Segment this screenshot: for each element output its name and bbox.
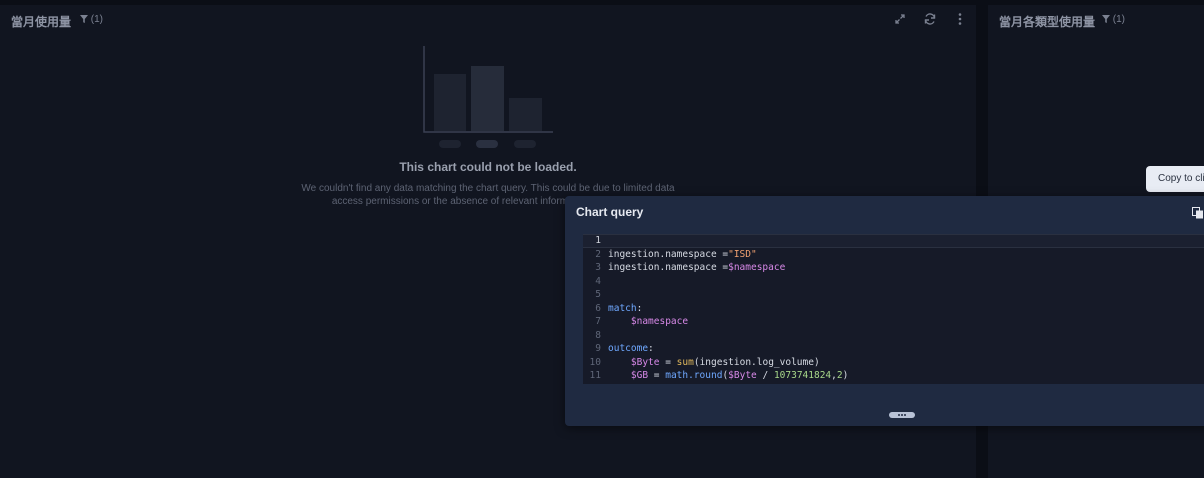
code-line[interactable]: 9 outcome: <box>583 342 1204 356</box>
code-text: $Byte = sum(ingestion.log_volume) <box>630 356 820 368</box>
more-options-icon[interactable] <box>953 12 967 26</box>
line-number: 10 <box>589 356 601 368</box>
filter-icon <box>1102 14 1113 25</box>
code-line[interactable]: 1 <box>583 234 1204 248</box>
line-number: 2 <box>595 248 601 260</box>
code-line[interactable]: 5 <box>583 288 1204 302</box>
code-line[interactable]: 4 <box>583 275 1204 289</box>
code-text: match: <box>608 302 643 314</box>
code-text: $namespace <box>630 316 689 327</box>
line-number: 6 <box>595 302 601 314</box>
code-text: ingestion.namespace =$namespace <box>608 262 786 273</box>
code-line[interactable]: 7 $namespace <box>583 315 1204 329</box>
filter-icon <box>80 14 91 25</box>
code-line[interactable]: 11 $GB = math.round($Byte / 1073741824,2… <box>583 369 1204 383</box>
empty-chart-illustration <box>423 46 555 156</box>
code-line[interactable]: 3 ingestion.namespace =$namespace <box>583 261 1204 275</box>
code-text: ingestion.namespace ="ISD" <box>608 248 757 260</box>
filter-count: (1) <box>90 14 104 25</box>
query-code-editor[interactable]: 1 2 ingestion.namespace ="ISD" 3 ingestion.n… <box>583 234 1204 384</box>
chart-query-popover: Chart query 1 2 ingestion.namespace ="ISD"… <box>565 196 1204 426</box>
line-number: 5 <box>595 289 601 300</box>
refresh-icon[interactable] <box>923 12 937 26</box>
line-number: 1 <box>595 235 601 246</box>
line-number: 7 <box>595 316 601 327</box>
code-line[interactable]: 6 match: <box>583 302 1204 316</box>
line-number: 8 <box>595 329 601 341</box>
code-text: outcome: <box>608 343 654 354</box>
line-number: 9 <box>595 343 601 354</box>
line-number: 3 <box>595 262 601 273</box>
filter-count: (1) <box>1112 14 1126 25</box>
empty-state-title: This chart could not be loaded. <box>399 160 577 174</box>
line-number: 11 <box>589 370 601 381</box>
copy-tooltip: Copy to cli <box>1146 166 1204 192</box>
filter-indicator[interactable]: (1) <box>1102 14 1125 25</box>
line-number: 4 <box>595 275 601 287</box>
panel-title: 當月使用量 <box>11 15 72 29</box>
resize-handle[interactable] <box>889 412 915 418</box>
code-text: $GB = math.round($Byte / 1073741824,2) <box>630 370 849 381</box>
expand-icon[interactable] <box>893 12 907 26</box>
panel-title: 當月各類型使用量 <box>999 15 1096 29</box>
code-line[interactable]: 8 <box>583 329 1204 343</box>
copy-icon[interactable] <box>1192 206 1204 219</box>
popover-title: Chart query <box>576 205 644 219</box>
filter-indicator[interactable]: (1) <box>80 14 103 25</box>
code-line[interactable]: 10 $Byte = sum(ingestion.log_volume) <box>583 356 1204 370</box>
code-line[interactable]: 2 ingestion.namespace ="ISD" <box>583 248 1204 262</box>
